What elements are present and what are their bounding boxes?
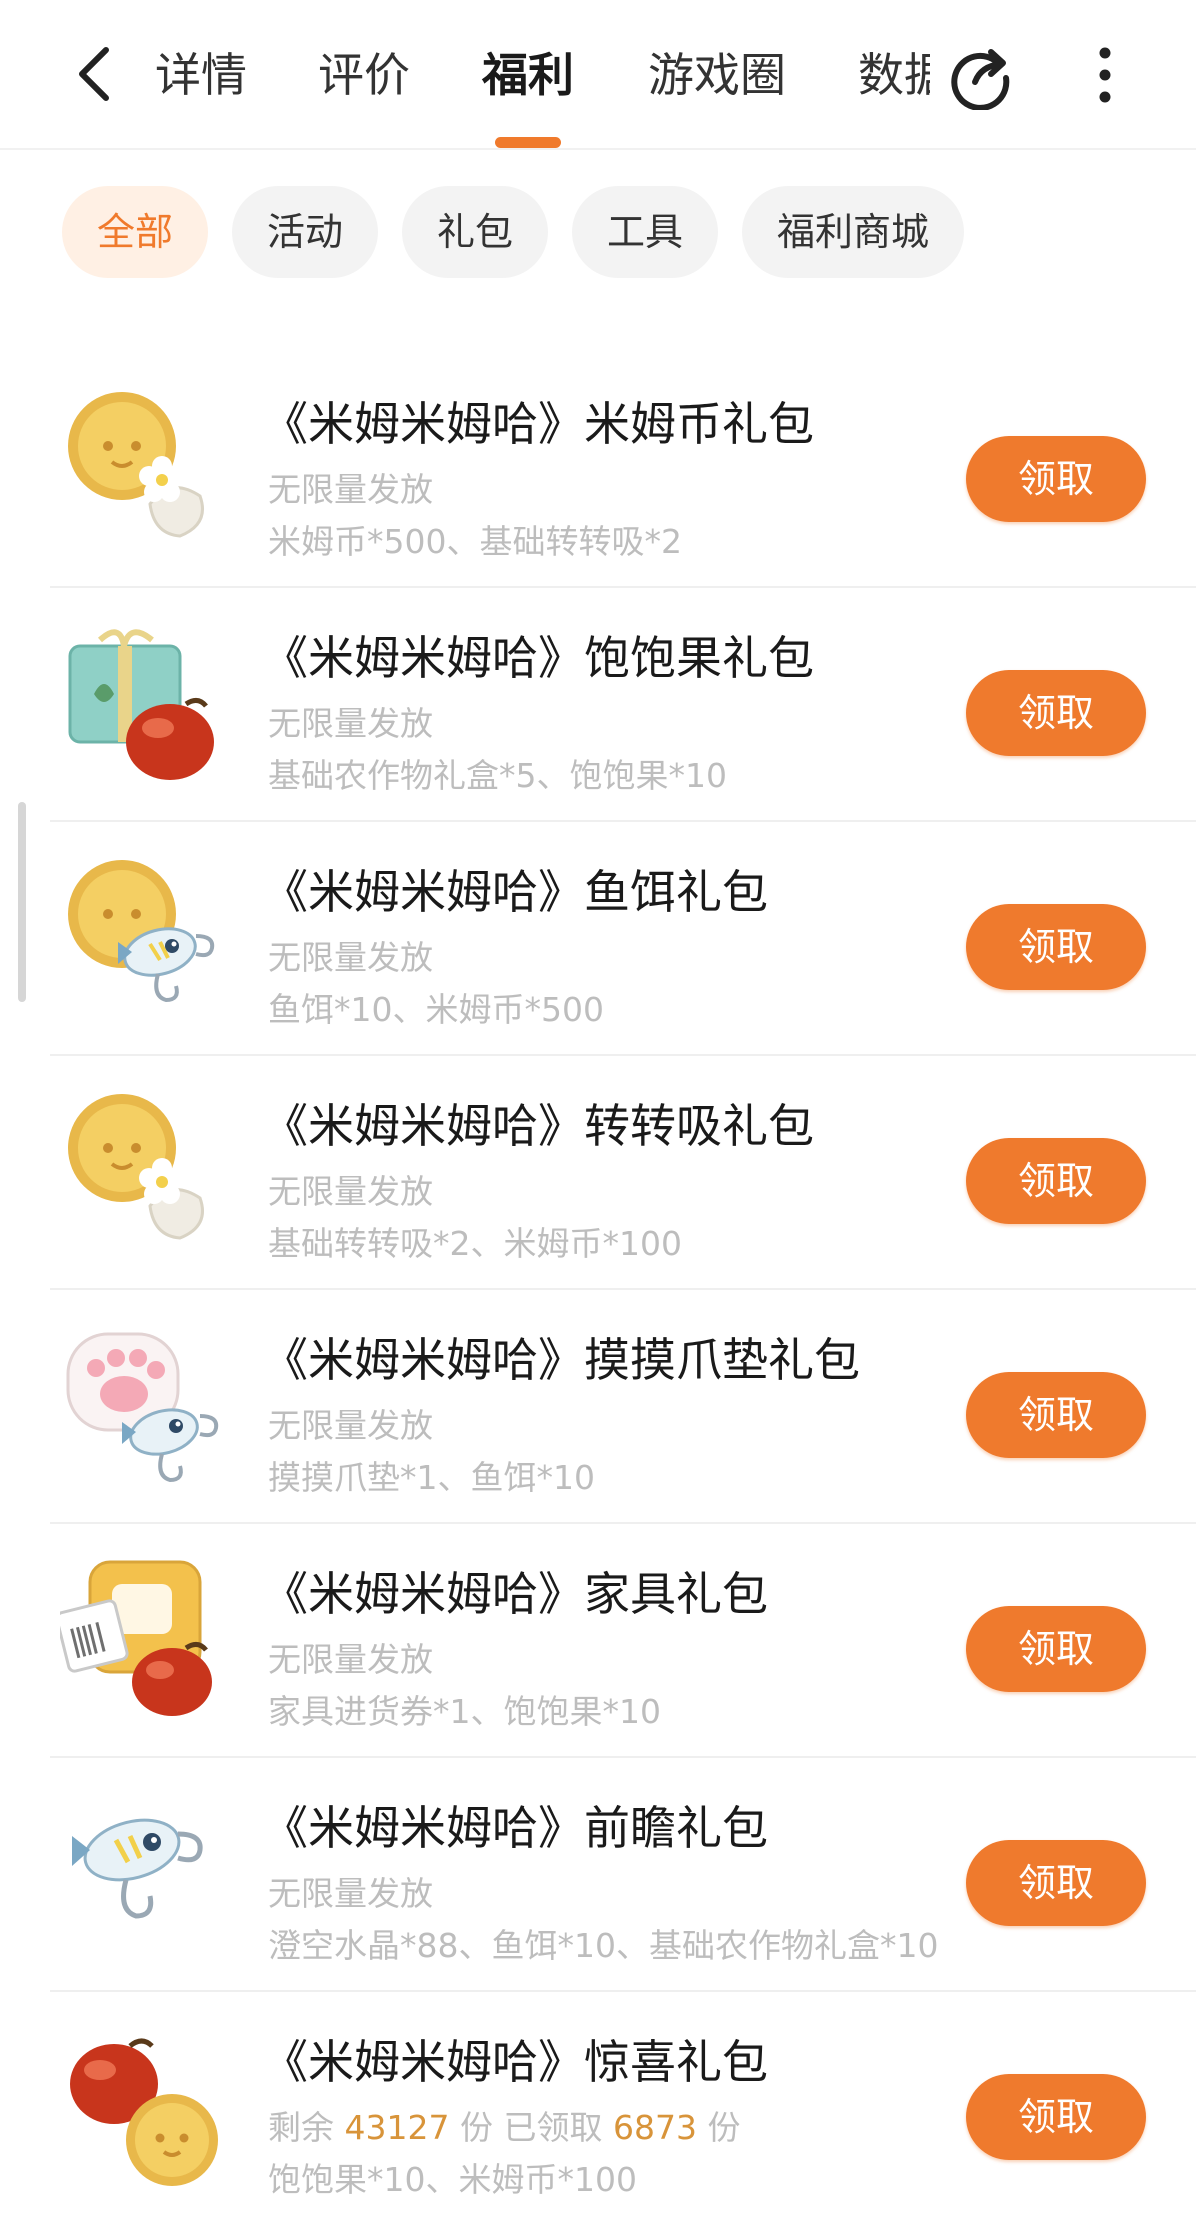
tab-reviews[interactable]: 评价 — [318, 40, 410, 110]
gift-availability: 无限量发放 — [268, 1172, 433, 1211]
gift-contents: 摸摸爪垫*1、鱼饵*10 — [268, 1458, 595, 1497]
gift-pack-title: 《米姆米姆哈》家具礼包 — [262, 1567, 768, 1621]
claim-button[interactable]: 领取 — [966, 1606, 1146, 1692]
claim-button[interactable]: 领取 — [966, 2074, 1146, 2160]
claim-button[interactable]: 领取 — [966, 904, 1146, 990]
claimed-label: 已领取 — [503, 2108, 603, 2147]
filter-chip-gift-packs[interactable]: 礼包 — [402, 186, 548, 278]
gift-pack-row: 《米姆米姆哈》饱饱果礼包 无限量发放 基础农作物礼盒*5、饱饱果*10 领取 — [50, 588, 1196, 822]
lure-icon — [72, 1818, 203, 1919]
gift-pack-title: 《米姆米姆哈》鱼饵礼包 — [262, 865, 768, 919]
gift-pack-row: 《米姆米姆哈》米姆币礼包 无限量发放 米姆币*500、基础转转吸*2 领取 — [50, 354, 1196, 588]
claim-button[interactable]: 领取 — [966, 670, 1146, 756]
remaining-label: 剩余 — [268, 2108, 334, 2147]
gift-pack-title: 《米姆米姆哈》前瞻礼包 — [262, 1801, 768, 1855]
gift-pack-row: 《米姆米姆哈》转转吸礼包 无限量发放 基础转转吸*2、米姆币*100 领取 — [50, 1056, 1196, 1290]
gift-contents: 基础转转吸*2、米姆币*100 — [268, 1224, 682, 1263]
gift-availability: 无限量发放 — [268, 1406, 433, 1445]
claim-button[interactable]: 领取 — [966, 1372, 1146, 1458]
gift-contents: 饱饱果*10、米姆币*100 — [268, 2160, 637, 2199]
gift-pack-title: 《米姆米姆哈》惊喜礼包 — [262, 2035, 768, 2089]
pawpad-lure-icon — [66, 1332, 219, 1483]
claim-button[interactable]: 领取 — [966, 1840, 1146, 1926]
gift-contents: 米姆币*500、基础转转吸*2 — [268, 522, 682, 561]
share-icon[interactable] — [945, 40, 1015, 110]
gift-pack-row: 《米姆米姆哈》惊喜礼包 剩余 43127 份 已领取 6873 份 饱饱果*10… — [50, 1992, 1196, 2226]
gift-pack-title: 《米姆米姆哈》米姆币礼包 — [262, 397, 814, 451]
tab-benefits[interactable]: 福利 — [482, 40, 574, 110]
active-tab-indicator — [495, 137, 561, 148]
giftbox-fruit-icon — [68, 629, 214, 780]
gift-pack-row: 《米姆米姆哈》鱼饵礼包 无限量发放 鱼饵*10、米姆币*500 领取 — [50, 822, 1196, 1056]
tab-game-circle[interactable]: 游戏圈 — [648, 40, 786, 110]
gift-pack-title: 《米姆米姆哈》饱饱果礼包 — [262, 631, 814, 685]
claim-button[interactable]: 领取 — [966, 1138, 1146, 1224]
gift-contents: 家具进货券*1、饱饱果*10 — [268, 1692, 661, 1731]
top-navigation-bar: 详情 评价 福利 游戏圈 数据 — [0, 0, 1196, 150]
coin-flower-icon — [68, 1094, 204, 1240]
gift-pack-title: 《米姆米姆哈》摸摸爪垫礼包 — [262, 1333, 860, 1387]
unit-label: 份 — [707, 2108, 741, 2147]
gift-contents: 基础农作物礼盒*5、饱饱果*10 — [268, 756, 727, 795]
tab-details[interactable]: 详情 — [155, 40, 247, 110]
coin-flower-icon — [68, 392, 204, 538]
tab-strip: 详情 评价 福利 游戏圈 数据 — [140, 0, 930, 150]
unit-label: 份 — [459, 2108, 493, 2147]
back-arrow-icon[interactable] — [70, 44, 122, 104]
gift-pack-title: 《米姆米姆哈》转转吸礼包 — [262, 1099, 814, 1153]
gift-availability: 无限量发放 — [268, 1640, 433, 1679]
claim-button[interactable]: 领取 — [966, 436, 1146, 522]
gift-availability: 无限量发放 — [268, 704, 433, 743]
filter-chip-all[interactable]: 全部 — [62, 186, 208, 278]
scroll-indicator[interactable] — [18, 802, 26, 1002]
gift-availability: 无限量发放 — [268, 470, 433, 509]
gift-stock-info: 剩余 43127 份 已领取 6873 份 — [268, 2106, 740, 2150]
filter-chip-tools[interactable]: 工具 — [572, 186, 718, 278]
more-options-icon[interactable] — [1090, 45, 1120, 105]
gift-pack-row: 《米姆米姆哈》家具礼包 无限量发放 家具进货券*1、饱饱果*10 领取 — [50, 1524, 1196, 1758]
gift-availability: 无限量发放 — [268, 938, 433, 977]
filter-chip-events[interactable]: 活动 — [232, 186, 378, 278]
gift-pack-row: 《米姆米姆哈》前瞻礼包 无限量发放 澄空水晶*88、鱼饵*10、基础农作物礼盒*… — [50, 1758, 1196, 1992]
gift-pack-row: 《米姆米姆哈》摸摸爪垫礼包 无限量发放 摸摸爪垫*1、鱼饵*10 领取 — [50, 1290, 1196, 1524]
fruit-coin-icon — [70, 2038, 218, 2186]
gift-contents: 鱼饵*10、米姆币*500 — [268, 990, 604, 1029]
remaining-count: 43127 — [344, 2108, 450, 2147]
gift-contents: 澄空水晶*88、鱼饵*10、基础农作物礼盒*10 — [268, 1926, 939, 1965]
tab-data[interactable]: 数据 — [858, 40, 930, 110]
claimed-count: 6873 — [612, 2108, 697, 2147]
coin-lure-icon — [68, 860, 215, 1003]
gift-availability: 无限量发放 — [268, 1874, 433, 1913]
filter-chip-benefit-mall[interactable]: 福利商城 — [742, 186, 964, 278]
ticket-fruit-icon — [60, 1560, 212, 1716]
